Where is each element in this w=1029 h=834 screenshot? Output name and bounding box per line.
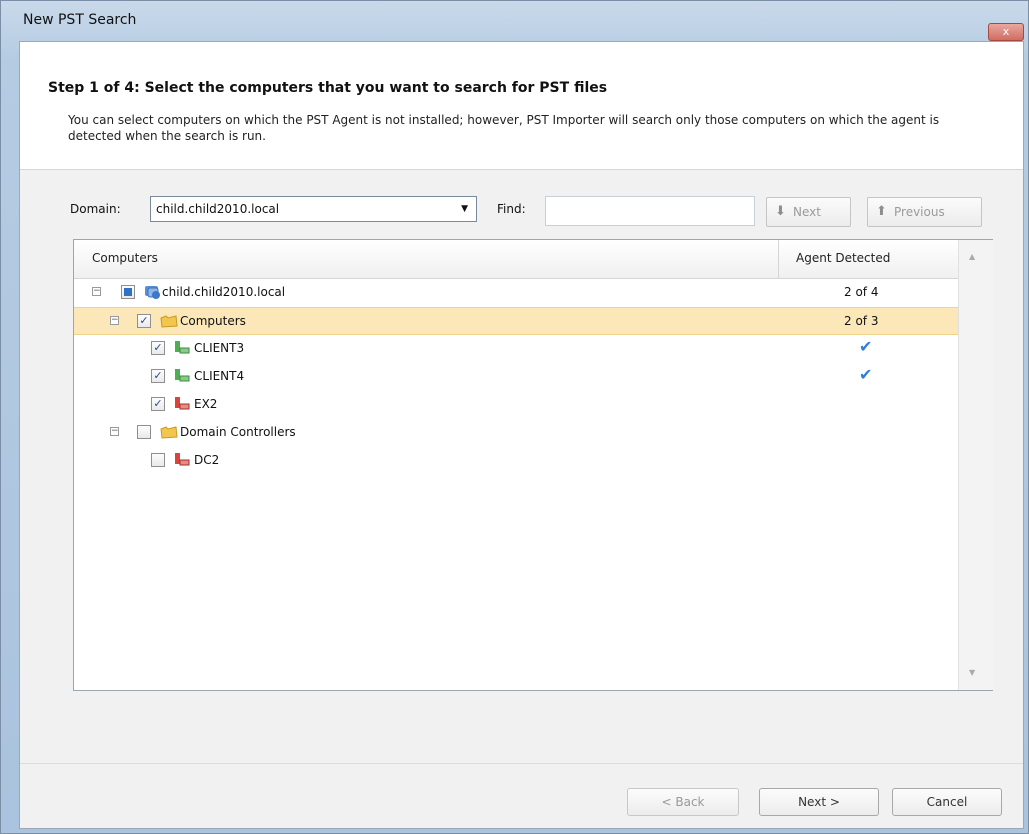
find-previous-button[interactable]: ⬆ Previous xyxy=(867,197,982,227)
agent-detected-check-icon: ✔ xyxy=(859,365,873,384)
agent-count: 2 of 4 xyxy=(844,285,879,299)
column-header-computers[interactable]: Computers xyxy=(92,251,158,265)
tree-row-domain-controllers[interactable]: − Domain Controllers xyxy=(74,419,958,447)
wizard-header: Step 1 of 4: Select the computers that y… xyxy=(20,42,1023,170)
domain-checkbox[interactable] xyxy=(121,285,135,299)
collapse-icon[interactable]: − xyxy=(110,316,119,325)
folder-icon xyxy=(160,315,178,328)
back-button-label: < Back xyxy=(661,795,705,809)
column-header-agent-detected[interactable]: Agent Detected xyxy=(796,251,890,265)
computers-checkbox[interactable]: ✓ xyxy=(137,314,151,328)
tree-row-label: DC2 xyxy=(194,453,220,467)
find-next-button[interactable]: ⬇ Next xyxy=(766,197,851,227)
tree-row-label: child.child2010.local xyxy=(162,285,286,299)
domain-select[interactable]: child.child2010.local ▼ xyxy=(150,196,477,222)
find-next-label: Next xyxy=(793,205,821,219)
next-button[interactable]: Next > xyxy=(759,788,879,816)
computer-agent-ok-icon xyxy=(175,369,190,382)
dialog-window: New PST Search x Step 1 of 4: Select the… xyxy=(0,0,1029,834)
back-button[interactable]: < Back xyxy=(627,788,739,816)
dc2-checkbox[interactable] xyxy=(151,453,165,467)
scroll-down-icon[interactable]: ▼ xyxy=(969,668,975,677)
collapse-icon[interactable]: − xyxy=(110,427,119,436)
tree-row-label: CLIENT4 xyxy=(194,369,245,383)
arrow-up-icon: ⬆ xyxy=(876,204,887,219)
domain-label: Domain: xyxy=(70,202,121,216)
scroll-up-icon[interactable]: ▲ xyxy=(969,252,975,261)
client3-checkbox[interactable]: ✓ xyxy=(151,341,165,355)
domain-network-icon xyxy=(145,286,160,299)
computer-agent-missing-icon xyxy=(175,453,190,466)
computer-agent-ok-icon xyxy=(175,341,190,354)
agent-count: 2 of 3 xyxy=(844,314,879,328)
domain-select-value: child.child2010.local xyxy=(156,202,280,216)
step-title: Step 1 of 4: Select the computers that y… xyxy=(48,80,608,96)
cancel-button-label: Cancel xyxy=(926,795,968,809)
next-button-label: Next > xyxy=(798,795,840,809)
close-icon: x xyxy=(1002,25,1010,38)
tree-row-label: EX2 xyxy=(194,397,218,411)
domain-controllers-checkbox[interactable] xyxy=(137,425,151,439)
tree-row-label: Computers xyxy=(180,314,246,328)
footer-divider xyxy=(20,763,1023,764)
step-description: You can select computers on which the PS… xyxy=(68,113,940,143)
find-previous-label: Previous xyxy=(894,205,945,219)
arrow-down-icon: ⬇ xyxy=(775,204,786,219)
tree-row-label: Domain Controllers xyxy=(180,425,296,439)
client4-checkbox[interactable]: ✓ xyxy=(151,369,165,383)
tree-row-client3[interactable]: ✓ CLIENT3 ✔ xyxy=(74,335,958,363)
close-button[interactable]: x xyxy=(988,23,1024,41)
cancel-button[interactable]: Cancel xyxy=(892,788,1002,816)
ex2-checkbox[interactable]: ✓ xyxy=(151,397,165,411)
tree-row-dc2[interactable]: DC2 xyxy=(74,447,958,475)
dialog-body: Step 1 of 4: Select the computers that y… xyxy=(19,41,1024,829)
window-title: New PST Search xyxy=(23,12,137,28)
folder-icon xyxy=(160,426,178,439)
agent-detected-check-icon: ✔ xyxy=(859,337,873,356)
vertical-scrollbar[interactable]: ▲ ▼ xyxy=(958,240,993,690)
column-divider[interactable] xyxy=(778,240,779,278)
title-bar: New PST Search x xyxy=(1,1,1029,41)
computer-agent-missing-icon xyxy=(175,397,190,410)
collapse-icon[interactable]: − xyxy=(92,287,101,296)
tree-row-client4[interactable]: ✓ CLIENT4 ✔ xyxy=(74,363,958,391)
tree-row-domain[interactable]: − child.child2010.local 2 of 4 xyxy=(74,279,958,307)
tree-row-ex2[interactable]: ✓ EX2 xyxy=(74,391,958,419)
tree-row-label: CLIENT3 xyxy=(194,341,245,355)
tree-row-computers[interactable]: − ✓ Computers 2 of 3 xyxy=(74,307,958,335)
chevron-down-icon: ▼ xyxy=(461,204,468,214)
find-label: Find: xyxy=(497,202,526,216)
computers-tree-grid[interactable]: Computers Agent Detected − child.child20… xyxy=(73,239,993,691)
grid-header: Computers Agent Detected xyxy=(74,240,992,279)
find-input[interactable] xyxy=(545,196,755,226)
